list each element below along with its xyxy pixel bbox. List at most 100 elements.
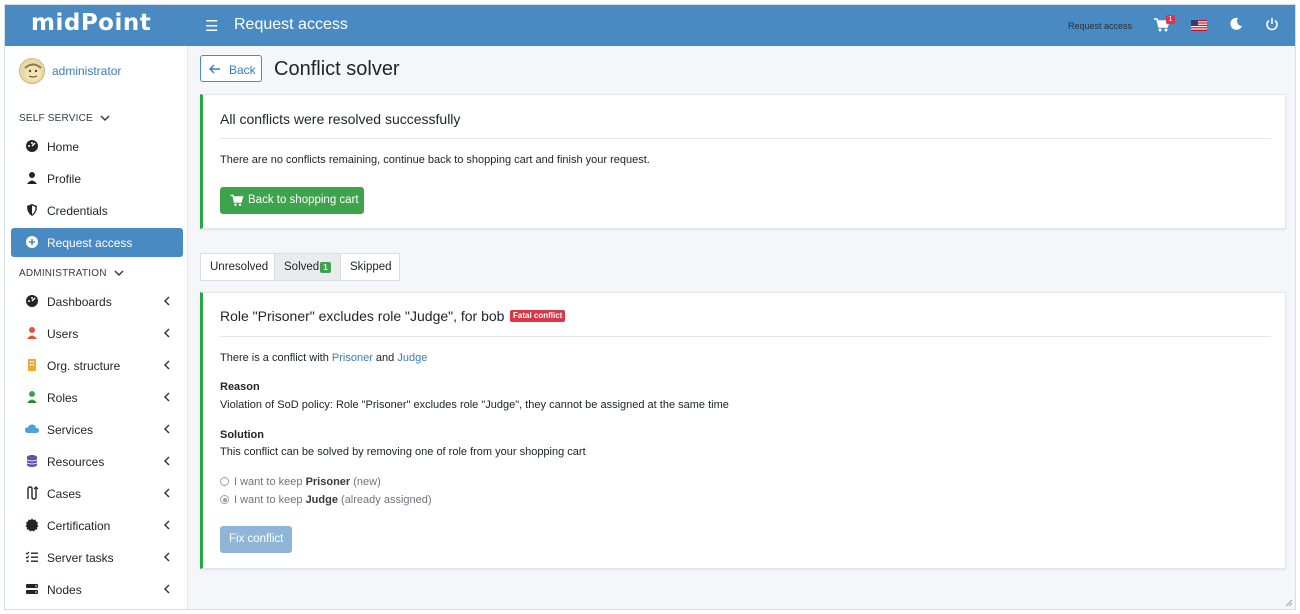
fix-conflict-button[interactable]: Fix conflict [220, 526, 292, 553]
chevron-left-icon [163, 424, 170, 434]
server-icon [26, 584, 38, 594]
sidebar-item-roles[interactable]: Roles [11, 383, 183, 412]
avatar [19, 58, 45, 84]
tab-solved[interactable]: Solved 1 [274, 253, 341, 281]
chevron-down-icon [100, 115, 110, 122]
chevron-left-icon [163, 520, 170, 530]
sidebar-item-services[interactable]: Services [11, 415, 183, 444]
plus-circle-icon [26, 236, 38, 248]
brand-logo[interactable]: midPoint [5, 5, 188, 46]
self-service-label: SELF SERVICE [19, 113, 93, 124]
page-header-title: Request access [234, 16, 348, 33]
chevron-left-icon [163, 552, 170, 562]
database-icon [26, 455, 38, 467]
sidebar-item-label: Services [47, 423, 94, 437]
user-name[interactable]: administrator [52, 64, 121, 78]
resize-grip-icon[interactable] [1283, 597, 1293, 607]
tab-label: Skipped [350, 261, 392, 273]
sidebar-item-label: Server tasks [47, 551, 114, 565]
power-icon[interactable] [1265, 17, 1279, 31]
sidebar-item-label: Request access [47, 236, 133, 250]
conflict-card: Role "Prisoner" excludes role "Judge", f… [200, 292, 1286, 569]
shield-icon [27, 204, 37, 216]
success-card: All conflicts were resolved successfully… [200, 94, 1286, 229]
self-service-section-header[interactable]: SELF SERVICE [19, 113, 110, 124]
judge-role-link[interactable]: Judge [397, 352, 427, 364]
option-role-name: Judge [305, 494, 338, 506]
conflict-intro-and: and [375, 352, 395, 364]
sidebar-item-resources[interactable]: Resources [11, 447, 183, 476]
sidebar-item-credentials[interactable]: Credentials [11, 196, 183, 225]
user-icon [27, 172, 37, 184]
success-card-text: There are no conflicts remaining, contin… [220, 154, 650, 166]
sidebar-item-label: Cases [47, 487, 82, 501]
prisoner-role-link[interactable]: Prisoner [332, 352, 373, 364]
chevron-left-icon [163, 296, 170, 306]
tab-label: Solved [284, 261, 320, 273]
administration-section-header[interactable]: ADMINISTRATION [19, 268, 124, 279]
chevron-left-icon [163, 328, 170, 338]
tab-label: Unresolved [210, 261, 269, 273]
tab-unresolved[interactable]: Unresolved [200, 253, 275, 281]
back-to-shopping-cart-button[interactable]: Back to shopping cart [220, 187, 364, 214]
administration-label: ADMINISTRATION [19, 268, 107, 279]
chevron-left-icon [163, 584, 170, 594]
sidebar-item-certification[interactable]: Certification [11, 511, 183, 540]
option-suffix: (new) [353, 476, 381, 488]
card-divider [220, 336, 1271, 337]
back-button-label: Back [229, 63, 256, 77]
option-label: I want to keep Judge (already assigned) [234, 494, 432, 506]
top-navbar: midPoint ☰ Request access Request access… [5, 5, 1295, 46]
success-card-title: All conflicts were resolved successfully [220, 111, 461, 127]
chevron-left-icon [163, 456, 170, 466]
role-icon [27, 391, 37, 403]
fix-conflict-label: Fix conflict [229, 533, 284, 545]
user-icon [27, 327, 37, 339]
sidebar-item-users[interactable]: Users [11, 319, 183, 348]
sidebar-item-nodes[interactable]: Nodes [11, 575, 183, 604]
sidebar-item-label: Roles [47, 391, 78, 405]
sidebar-item-label: Home [47, 140, 80, 154]
moon-icon[interactable] [1229, 17, 1243, 31]
cart-icon [230, 194, 244, 206]
sidebar-item-profile[interactable]: Profile [11, 164, 183, 193]
sidebar-item-dashboards[interactable]: Dashboards [11, 287, 183, 316]
conflict-intro: There is a conflict with Prisoner and Ju… [220, 352, 427, 364]
sidebar-item-request-access[interactable]: Request access [11, 228, 183, 257]
app-window: midPoint ☰ Request access Request access… [4, 4, 1296, 610]
sidebar-item-label: Nodes [47, 583, 82, 597]
conflict-intro-prefix: There is a conflict with [220, 352, 329, 364]
chevron-left-icon [163, 360, 170, 370]
tab-skipped[interactable]: Skipped [340, 253, 400, 281]
radio-button[interactable] [220, 495, 229, 504]
sidebar-item-home[interactable]: Home [11, 132, 183, 161]
card-divider [220, 138, 1271, 139]
sidebar-item-server-tasks[interactable]: Server tasks [11, 543, 183, 572]
solved-count-badge: 1 [320, 262, 331, 273]
menu-icon[interactable]: ☰ [205, 17, 218, 35]
fatal-conflict-badge: Fatal conflict [510, 310, 566, 322]
sidebar-item-label: Org. structure [47, 359, 121, 373]
radio-button[interactable] [220, 477, 229, 486]
arrow-left-icon [209, 64, 220, 74]
back-to-shopping-cart-label: Back to shopping cart [248, 194, 359, 206]
sidebar-item-label: Dashboards [47, 295, 112, 309]
brand-name[interactable]: midPoint [31, 10, 151, 36]
sidebar-item-label: Profile [47, 172, 82, 186]
reason-heading: Reason [220, 381, 260, 393]
option-suffix: (already assigned) [341, 494, 432, 506]
sidebar-item-cases[interactable]: Cases [11, 479, 183, 508]
sidebar-item-label: Certification [47, 519, 111, 533]
reason-text: Violation of SoD policy: Role "Prisoner"… [220, 399, 729, 411]
back-button[interactable]: Back [200, 55, 262, 82]
cases-icon [27, 486, 39, 500]
conflict-title: Role "Prisoner" excludes role "Judge", f… [220, 308, 505, 324]
sidebar-item-label: Credentials [47, 204, 108, 218]
building-icon [28, 359, 36, 371]
us-flag-icon[interactable] [1191, 20, 1207, 31]
sidebar-item-org-structure[interactable]: Org. structure [11, 351, 183, 380]
cart-count-badge: 1 [1166, 15, 1175, 24]
breadcrumb-request-access[interactable]: Request access [1068, 21, 1132, 31]
sidebar-item-label: Users [47, 327, 79, 341]
cloud-icon [25, 424, 39, 433]
